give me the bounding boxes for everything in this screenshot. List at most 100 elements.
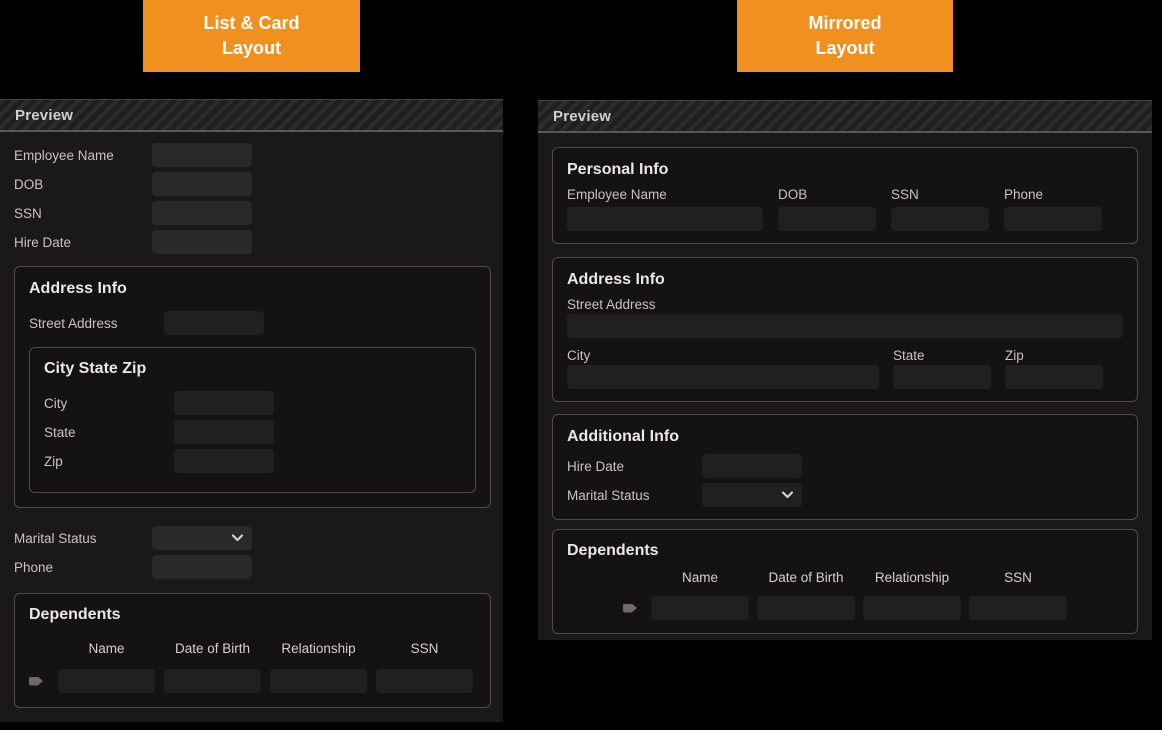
dep-ssn-input[interactable]	[376, 669, 473, 693]
badge-line: Layout	[221, 38, 281, 58]
marital-status-label: Marital Status	[14, 530, 97, 546]
marital-status-select[interactable]	[702, 483, 802, 507]
dependents-card: Dependents Name Date of Birth Relationsh…	[14, 593, 491, 708]
phone-row: Phone	[14, 555, 491, 579]
preview-title: Preview	[15, 106, 74, 124]
dependents-title: Dependents	[567, 542, 659, 559]
dependents-header-row: Name Date of Birth Relationship SSN	[29, 641, 476, 656]
dob-input[interactable]	[778, 207, 876, 231]
ssn-label: SSN	[891, 187, 919, 202]
hire-date-label: Hire Date	[14, 234, 72, 250]
employee-name-input[interactable]	[567, 207, 763, 231]
state-input[interactable]	[893, 365, 991, 389]
drag-handle-icon[interactable]	[29, 676, 43, 686]
street-address-input[interactable]	[164, 311, 264, 335]
preview-header: Preview	[538, 100, 1152, 133]
marital-status-label: Marital Status	[567, 487, 650, 503]
dep-dob-header: Date of Birth	[768, 570, 844, 585]
marital-status-select-wrap	[702, 483, 802, 507]
hire-date-input[interactable]	[152, 230, 252, 254]
ssn-input[interactable]	[891, 207, 989, 231]
zip-input[interactable]	[174, 449, 274, 473]
state-field: State	[893, 348, 991, 389]
marital-status-select[interactable]	[152, 526, 252, 550]
hire-date-input[interactable]	[702, 454, 802, 478]
phone-label: Phone	[1004, 187, 1044, 202]
address-info-card: Address Info Street Address City State Z…	[552, 257, 1138, 402]
dob-input[interactable]	[152, 172, 252, 196]
state-label: State	[44, 424, 76, 440]
address-info-title: Address Info	[29, 280, 127, 297]
list-card-layout-badge: List & Card Layout	[143, 0, 360, 72]
personal-info-title: Personal Info	[567, 161, 669, 178]
city-input[interactable]	[174, 391, 274, 415]
additional-info-card: Additional Info Hire Date Marital Status	[552, 414, 1138, 520]
dependents-header-row: Name Date of Birth Relationship SSN	[623, 570, 1067, 585]
dep-dob-input[interactable]	[757, 596, 855, 620]
zip-row: Zip	[44, 449, 461, 473]
zip-field: Zip	[1005, 348, 1103, 389]
employee-name-input[interactable]	[152, 143, 252, 167]
street-address-input[interactable]	[567, 314, 1123, 338]
preview-body: Employee Name DOB SSN Hire Date Address …	[0, 132, 503, 727]
preview-body: Personal Info Employee Name DOB SSN Phon…	[538, 133, 1152, 647]
dep-dob-header: Date of Birth	[174, 641, 251, 656]
dependents-row	[623, 596, 1067, 620]
zip-label: Zip	[44, 453, 63, 469]
dep-ssn-input[interactable]	[969, 596, 1067, 620]
street-address-row: Street Address	[29, 311, 476, 335]
zip-input[interactable]	[1005, 365, 1103, 389]
dob-label: DOB	[778, 187, 808, 202]
dep-name-input[interactable]	[651, 596, 749, 620]
phone-input[interactable]	[152, 555, 252, 579]
phone-input[interactable]	[1004, 207, 1102, 231]
city-row: City	[44, 391, 461, 415]
state-label: State	[893, 348, 925, 363]
dep-relationship-header: Relationship	[874, 570, 950, 585]
dob-label: DOB	[14, 176, 44, 192]
city-field: City	[567, 348, 879, 389]
dep-ssn-header: SSN	[410, 641, 439, 656]
dob-row: DOB	[14, 172, 491, 196]
mirrored-layout-badge: Mirrored Layout	[737, 0, 953, 72]
badge-line: Mirrored	[808, 13, 882, 33]
hire-date-row: Hire Date	[14, 230, 491, 254]
employee-name-label: Employee Name	[567, 187, 667, 202]
dependents-card: Dependents Name Date of Birth Relationsh…	[552, 529, 1138, 634]
dep-ssn-header: SSN	[1004, 570, 1032, 585]
employee-name-row: Employee Name	[14, 143, 491, 167]
personal-info-card: Personal Info Employee Name DOB SSN Phon…	[552, 147, 1138, 244]
marital-status-select-wrap	[152, 526, 252, 550]
state-row: State	[44, 420, 461, 444]
dep-relationship-input[interactable]	[863, 596, 961, 620]
ssn-field: SSN	[891, 187, 989, 231]
marital-status-row: Marital Status	[567, 483, 1123, 507]
list-card-preview-panel: Preview Employee Name DOB SSN Hire Date …	[0, 99, 503, 722]
zip-label: Zip	[1005, 348, 1024, 363]
employee-name-label: Employee Name	[14, 147, 114, 163]
state-input[interactable]	[174, 420, 274, 444]
personal-fields-row: Employee Name DOB SSN Phone	[567, 187, 1123, 231]
hire-date-label: Hire Date	[567, 458, 625, 474]
dependents-title: Dependents	[29, 606, 121, 623]
ssn-row: SSN	[14, 201, 491, 225]
street-address-label: Street Address	[567, 297, 656, 312]
dependents-row	[29, 669, 476, 693]
city-input[interactable]	[567, 365, 879, 389]
address-info-card: Address Info Street Address City State Z…	[14, 266, 491, 508]
street-address-field: Street Address	[567, 297, 1123, 338]
ssn-input[interactable]	[152, 201, 252, 225]
preview-title: Preview	[553, 107, 612, 125]
dep-dob-input[interactable]	[164, 669, 261, 693]
phone-field: Phone	[1004, 187, 1102, 231]
dep-relationship-header: Relationship	[281, 641, 356, 656]
city-state-zip-row: City State Zip	[567, 348, 1123, 389]
city-state-zip-card: City State Zip City State Zip	[29, 347, 476, 493]
dep-name-input[interactable]	[58, 669, 155, 693]
hire-date-row: Hire Date	[567, 454, 1123, 478]
preview-header: Preview	[0, 99, 503, 132]
dep-name-header: Name	[88, 641, 125, 656]
dep-relationship-input[interactable]	[270, 669, 367, 693]
marital-status-row: Marital Status	[14, 526, 491, 550]
drag-handle-icon[interactable]	[623, 603, 637, 613]
